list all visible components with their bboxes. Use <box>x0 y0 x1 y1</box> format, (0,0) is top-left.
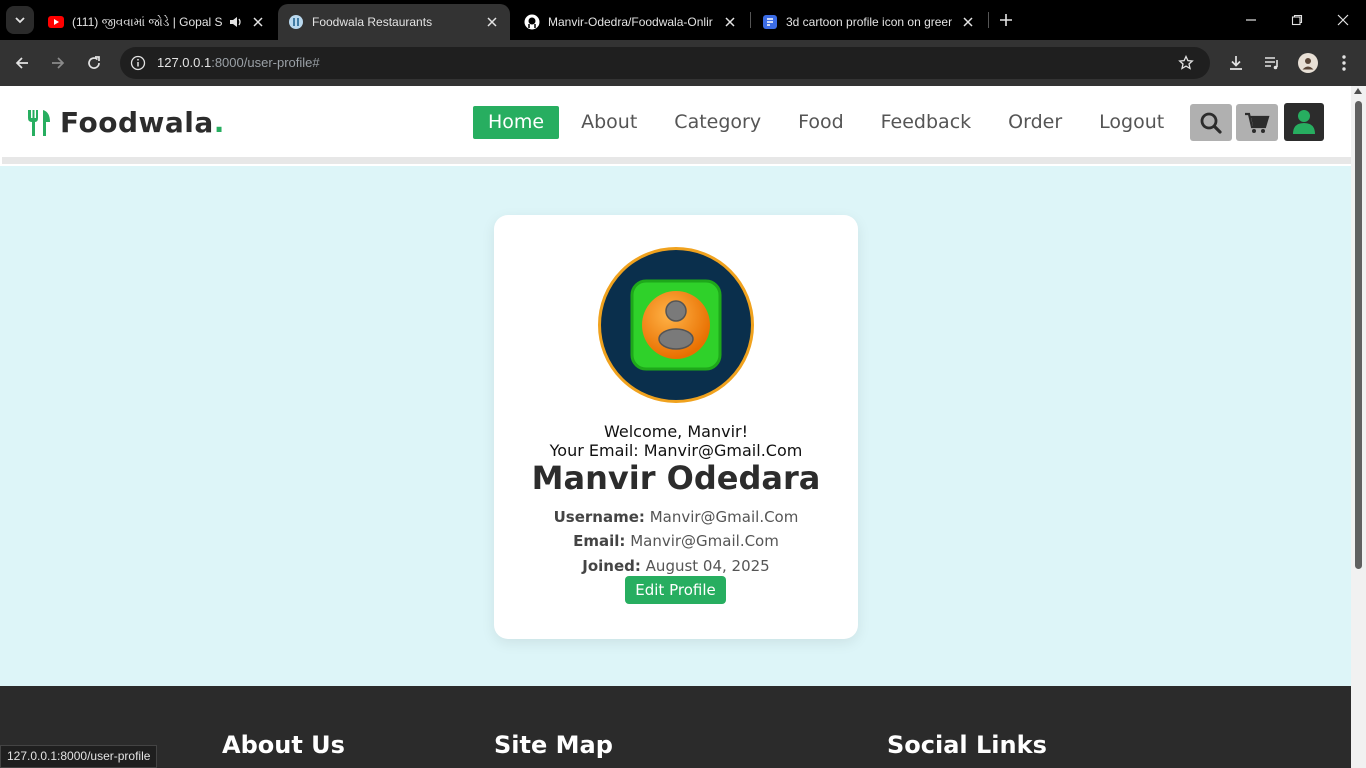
close-tab-icon[interactable] <box>960 14 976 30</box>
minimize-icon <box>1246 19 1256 21</box>
site-logo[interactable]: Foodwala. <box>26 106 225 139</box>
your-email-text: Your Email: Manvir@Gmail.Com <box>549 441 803 460</box>
tab-title: Foodwala Restaurants <box>312 15 433 29</box>
url-text[interactable]: 127.0.0.1:8000/user-profile# <box>157 55 320 70</box>
minimize-button[interactable] <box>1236 6 1266 34</box>
brand-dot: . <box>213 106 225 139</box>
user-icon <box>1293 110 1315 134</box>
close-tab-icon[interactable] <box>484 14 500 30</box>
cart-button[interactable] <box>1236 104 1278 141</box>
joined-row: Joined: August 04, 2025 <box>494 557 858 575</box>
tab-separator <box>988 12 989 28</box>
brand-text: Foodwala <box>60 106 214 139</box>
status-bar-url: 127.0.0.1:8000/user-profile <box>0 745 158 768</box>
forward-button[interactable] <box>44 49 72 77</box>
close-tab-icon[interactable] <box>250 14 266 30</box>
speaker-icon[interactable] <box>228 14 244 30</box>
email-value: Manvir@Gmail.Com <box>630 532 779 550</box>
nav-feedback[interactable]: Feedback <box>866 106 986 139</box>
joined-value: August 04, 2025 <box>645 557 770 575</box>
arrow-right-icon <box>52 57 65 69</box>
nav-home[interactable]: Home <box>473 106 560 139</box>
shopping-cart-icon <box>1245 112 1270 133</box>
username-value: Manvir@Gmail.Com <box>649 508 799 526</box>
new-tab-button[interactable] <box>994 8 1018 32</box>
bookmark-star-icon[interactable] <box>1176 53 1196 73</box>
utensils-icon <box>28 109 50 136</box>
site-info-icon[interactable] <box>128 53 148 73</box>
plus-icon <box>1000 14 1012 26</box>
tab-github[interactable]: Manvir-Odedra/Foodwala-Onlir <box>514 4 748 40</box>
restore-button[interactable] <box>1282 6 1312 34</box>
site-header: Foodwala. Home About Category Food Feedb… <box>0 86 1351 164</box>
nav-food[interactable]: Food <box>783 106 859 139</box>
url-path: :8000/user-profile# <box>211 55 320 70</box>
brand-name: Foodwala. <box>60 106 225 139</box>
tab-strip: (111) જીવવામાં જોડે | Gopal S Foodwala R… <box>0 0 1366 40</box>
download-icon <box>1230 56 1242 70</box>
welcome-text: Welcome, Manvir! <box>603 422 748 441</box>
playlist-icon <box>1265 57 1278 70</box>
username-label: Username: <box>553 508 645 526</box>
user-avatar-icon <box>1298 53 1318 73</box>
nav-about[interactable]: About <box>566 106 652 139</box>
header-divider <box>2 157 1351 164</box>
youtube-icon <box>48 14 64 30</box>
restore-icon <box>1291 14 1303 26</box>
profile-section: Welcome, Manvir! Your Email: Manvir@Gmai… <box>0 166 1351 686</box>
tab-foodwala[interactable]: Foodwala Restaurants <box>278 4 510 40</box>
page-scrollbar[interactable] <box>1351 86 1366 768</box>
search-icon <box>1200 112 1222 134</box>
close-tab-icon[interactable] <box>722 14 738 30</box>
url-host: 127.0.0.1 <box>157 55 212 70</box>
scroll-up-arrow-icon[interactable] <box>1354 88 1362 94</box>
back-button[interactable] <box>8 49 36 77</box>
nav-category[interactable]: Category <box>659 106 776 139</box>
reload-button[interactable] <box>80 49 108 77</box>
site-icon <box>288 14 304 30</box>
address-bar[interactable]: 127.0.0.1:8000/user-profile# <box>120 47 1210 79</box>
chevron-down-icon <box>15 17 25 24</box>
kebab-menu-icon <box>1342 55 1346 71</box>
browser-toolbar: 127.0.0.1:8000/user-profile# <box>0 40 1366 86</box>
tab-search-button[interactable] <box>6 6 34 34</box>
profile-name: Manvir Odedara <box>531 459 821 497</box>
profile-avatar <box>598 247 754 403</box>
username-row: Username: Manvir@Gmail.Com <box>494 508 858 526</box>
tab-docs[interactable]: 3d cartoon profile icon on greer <box>752 4 986 40</box>
arrow-left-icon <box>15 57 28 69</box>
tab-youtube[interactable]: (111) જીવવામાં જોડે | Gopal S <box>38 4 276 40</box>
profile-button[interactable] <box>1295 50 1321 76</box>
site-footer: About Us Site Map Social Links <box>0 686 1351 768</box>
footer-social-heading: Social Links <box>887 731 1047 759</box>
docs-icon <box>762 14 778 30</box>
close-window-button[interactable] <box>1328 6 1358 34</box>
scrollbar-thumb[interactable] <box>1355 101 1362 569</box>
nav-logout[interactable]: Logout <box>1084 106 1179 139</box>
nav-order[interactable]: Order <box>993 106 1077 139</box>
email-label: Email: <box>573 532 626 550</box>
joined-label: Joined: <box>582 557 641 575</box>
edit-profile-button[interactable]: Edit Profile <box>625 576 726 604</box>
media-control-button[interactable] <box>1259 50 1285 76</box>
tab-title: 3d cartoon profile icon on greer <box>786 15 953 29</box>
reload-icon <box>88 56 100 69</box>
page-viewport: Foodwala. Home About Category Food Feedb… <box>0 86 1366 768</box>
main-nav: Home About Category Food Feedback Order … <box>473 106 1186 139</box>
browser-menu-button[interactable] <box>1331 50 1357 76</box>
footer-sitemap-heading: Site Map <box>494 731 613 759</box>
github-icon <box>524 14 540 30</box>
profile-picture-icon <box>630 279 722 371</box>
tab-title: Manvir-Odedra/Foodwala-Onlir <box>548 15 713 29</box>
tab-title: (111) જીવવામાં જોડે | Gopal S <box>72 14 222 29</box>
profile-card: Welcome, Manvir! Your Email: Manvir@Gmai… <box>494 215 858 639</box>
footer-about-heading: About Us <box>222 731 345 759</box>
search-button[interactable] <box>1190 104 1232 141</box>
email-row: Email: Manvir@Gmail.Com <box>494 532 858 550</box>
download-button[interactable] <box>1223 50 1249 76</box>
tab-separator <box>750 12 751 28</box>
close-icon <box>1337 14 1349 26</box>
user-button[interactable] <box>1284 103 1324 141</box>
